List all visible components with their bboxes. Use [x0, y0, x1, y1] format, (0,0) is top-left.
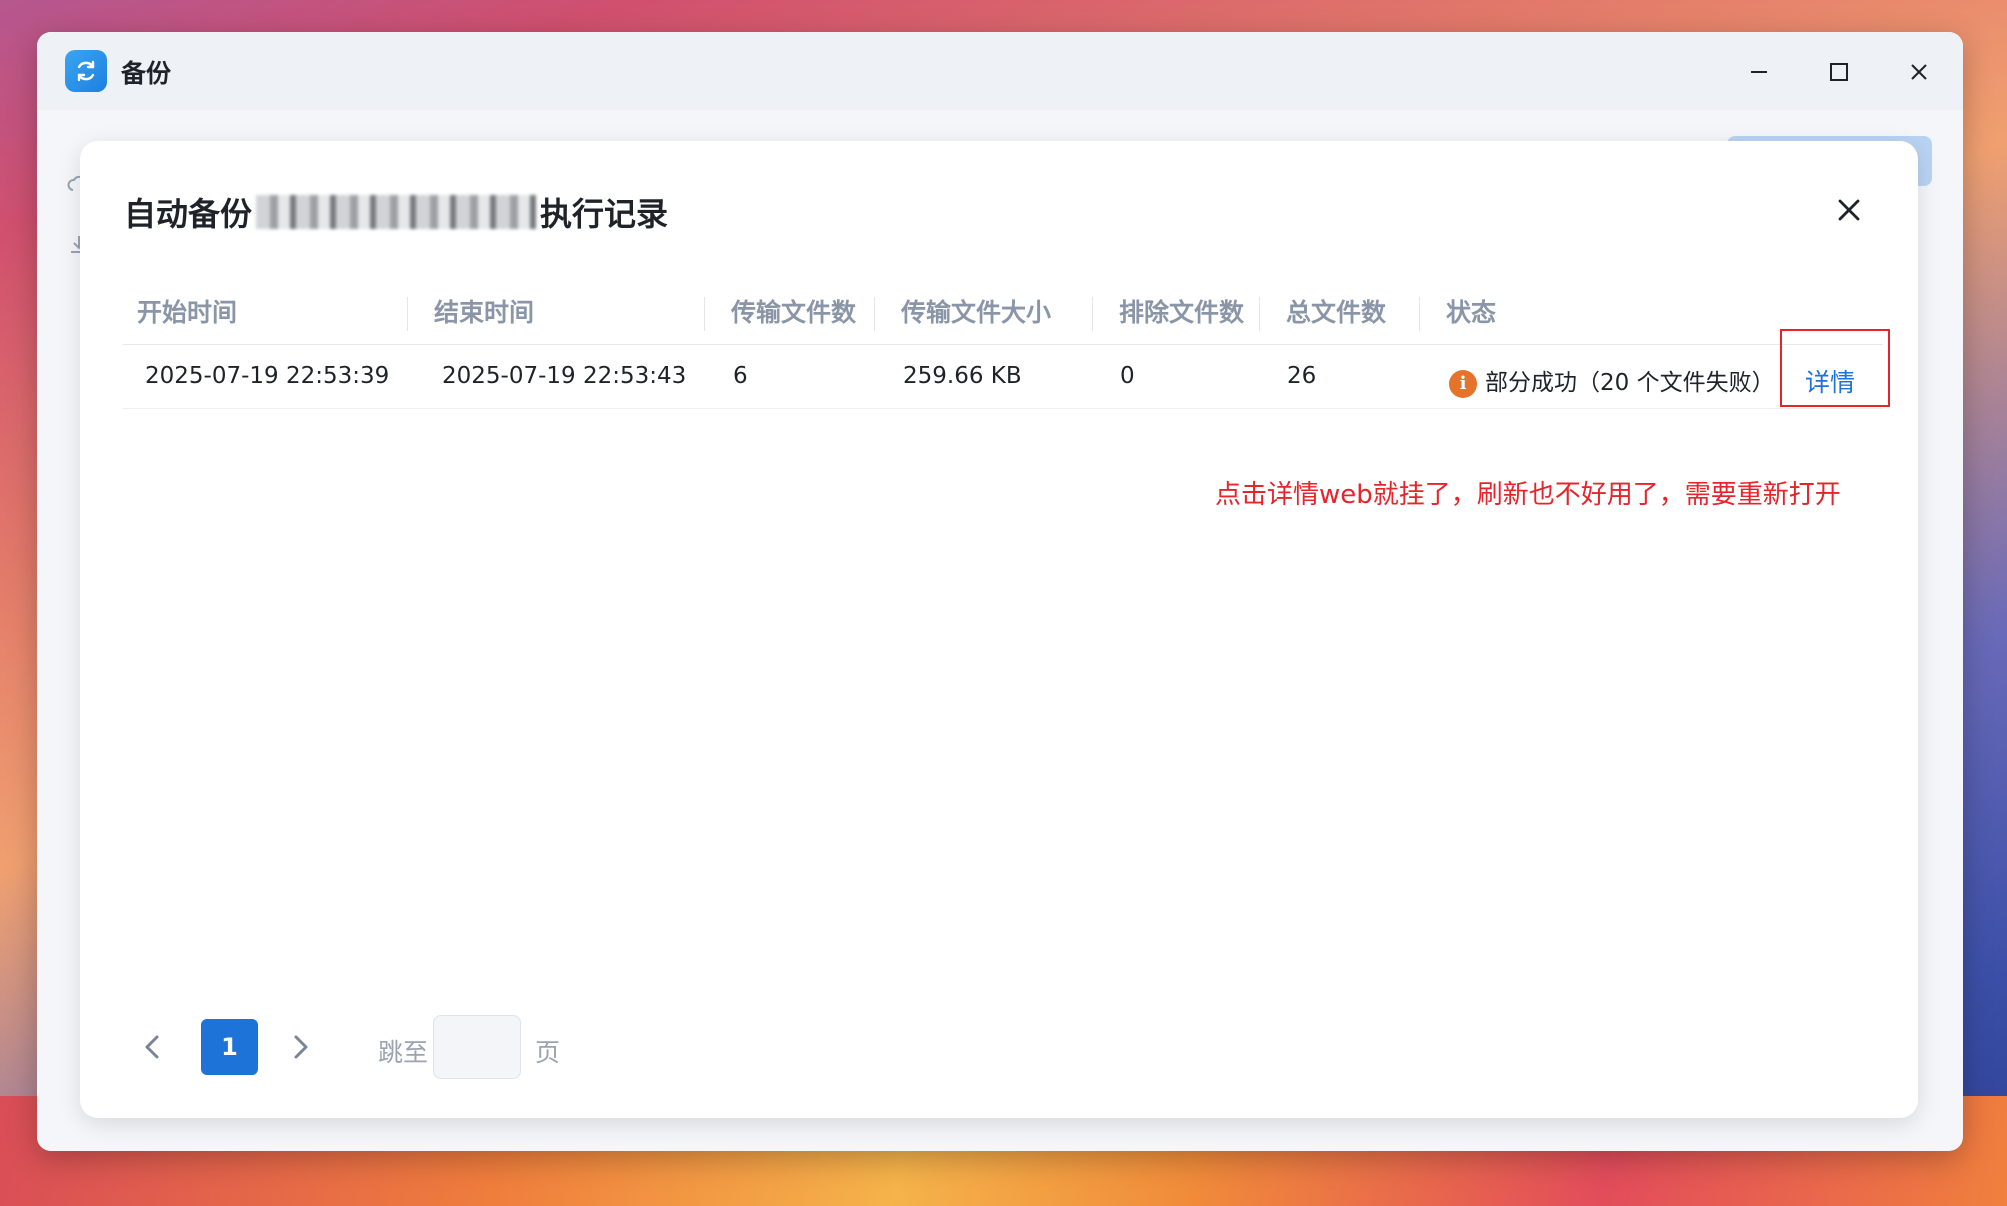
header-transferred-size: 传输文件大小	[901, 298, 1052, 327]
header-divider	[407, 297, 408, 331]
status-text: 部分成功（20 个文件失败）	[1485, 370, 1775, 396]
table-row: 2025-07-19 22:53:39 2025-07-19 22:53:43 …	[123, 345, 1883, 409]
cell-excluded-count: 0	[1120, 363, 1135, 389]
table-header: 开始时间 结束时间 传输文件数 传输文件大小 排除文件数 总文件数 状态	[123, 281, 1883, 345]
header-divider	[1259, 297, 1260, 331]
page-number-current[interactable]: 1	[201, 1019, 258, 1075]
maximize-icon	[1830, 63, 1848, 81]
cell-status: i 部分成功（20 个文件失败）	[1449, 363, 1779, 398]
window-title: 备份	[121, 59, 172, 88]
backup-sync-icon	[65, 50, 107, 92]
next-page-button[interactable]	[279, 1019, 323, 1075]
chevron-left-icon	[145, 1035, 159, 1059]
cell-total-count: 26	[1287, 363, 1317, 389]
dialog-title-suffix: 执行记录	[540, 195, 669, 233]
header-excluded-count: 排除文件数	[1119, 298, 1245, 327]
info-warning-icon: i	[1449, 369, 1477, 398]
header-divider	[874, 297, 875, 331]
pagination: 1 跳至 页	[130, 1015, 730, 1079]
header-total-count: 总文件数	[1286, 298, 1387, 327]
records-table: 开始时间 结束时间 传输文件数 传输文件大小 排除文件数 总文件数 状态 202…	[123, 281, 1883, 409]
minimize-icon	[1751, 71, 1767, 73]
close-icon	[1911, 64, 1927, 80]
cell-transferred-count: 6	[733, 363, 748, 389]
annotation-text: 点击详情web就挂了，刷新也不好用了，需要重新打开	[1215, 480, 1841, 510]
prev-page-button[interactable]	[130, 1019, 174, 1075]
jump-page-input[interactable]	[433, 1015, 521, 1079]
header-status: 状态	[1446, 298, 1497, 327]
dialog-close-button[interactable]	[1826, 187, 1872, 233]
dialog-title-prefix: 自动备份	[124, 195, 253, 233]
redacted-task-name	[256, 195, 537, 229]
cell-end-time: 2025-07-19 22:53:43	[442, 363, 687, 389]
header-transferred-count: 传输文件数	[731, 298, 857, 327]
cell-transferred-size: 259.66 KB	[903, 363, 1022, 389]
header-divider	[1419, 297, 1420, 331]
header-start-time: 开始时间	[137, 298, 238, 327]
maximize-button[interactable]	[1817, 50, 1861, 94]
header-end-time: 结束时间	[434, 298, 535, 327]
chevron-right-icon	[294, 1035, 308, 1059]
close-icon	[1838, 199, 1860, 221]
header-divider	[704, 297, 705, 331]
highlight-annotation-box	[1780, 329, 1890, 407]
jump-to-label: 跳至	[378, 1038, 429, 1067]
dialog-title: 自动备份 执行记录	[124, 189, 668, 235]
minimize-button[interactable]	[1737, 50, 1781, 94]
window-titlebar: 备份	[37, 32, 1963, 110]
page-suffix-label: 页	[535, 1038, 561, 1067]
header-divider	[1092, 297, 1093, 331]
execution-record-dialog: 自动备份 执行记录 开始时间 结束时间 传输文件数 传输文件大小 排除文件数 总…	[80, 141, 1918, 1118]
window-close-button[interactable]	[1897, 50, 1941, 94]
cell-start-time: 2025-07-19 22:53:39	[145, 363, 390, 389]
